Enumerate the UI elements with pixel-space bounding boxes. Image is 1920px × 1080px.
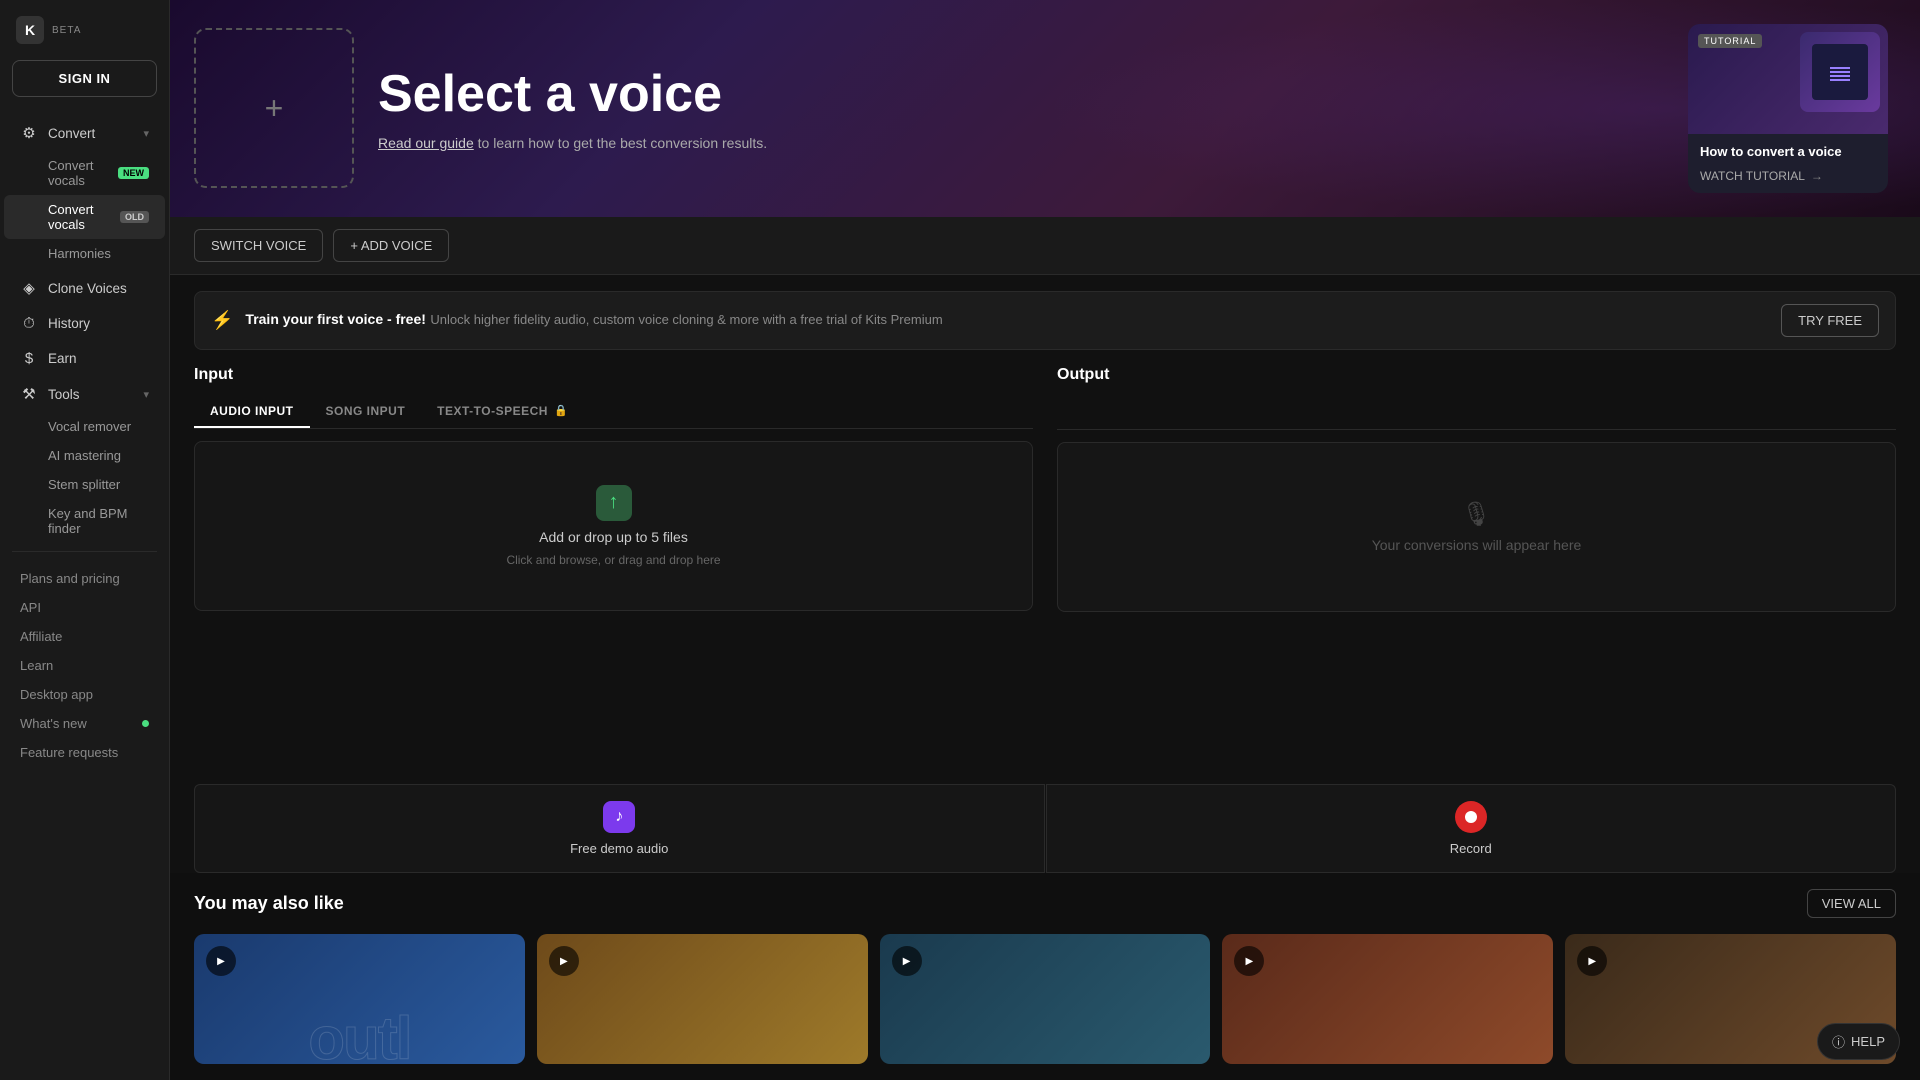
demo-record-row: ♪ Free demo audio Record <box>194 784 1896 873</box>
sidebar-link-whats-new[interactable]: What's new <box>4 709 165 738</box>
tutorial-info: How to convert a voice WATCH TUTORIAL → <box>1688 134 1888 193</box>
rec-card-1[interactable]: ▶ outl <box>194 934 525 1064</box>
sidebar-item-tools[interactable]: ⚒ Tools ▾ <box>4 376 165 412</box>
input-title: Input <box>194 366 1033 384</box>
sidebar-item-stem-splitter[interactable]: Stem splitter <box>4 470 165 499</box>
clone-voices-icon: ◈ <box>20 279 38 297</box>
try-free-button[interactable]: TRY FREE <box>1781 304 1879 337</box>
output-area: 🎙 Your conversions will appear here <box>1057 442 1896 612</box>
view-all-button[interactable]: VIEW ALL <box>1807 889 1896 918</box>
divider <box>12 551 157 552</box>
sidebar-link-learn[interactable]: Learn <box>4 651 165 680</box>
play-icon: ▶ <box>206 946 236 976</box>
sidebar-link-feature-requests[interactable]: Feature requests <box>4 738 165 767</box>
upload-main-text: Add or drop up to 5 files <box>539 529 688 545</box>
record-label: Record <box>1450 841 1492 856</box>
hero-title: Select a voice <box>378 66 1664 123</box>
upload-dropzone[interactable]: ↑ Add or drop up to 5 files Click and br… <box>194 441 1033 611</box>
rec-card-4[interactable]: ▶ <box>1222 934 1553 1064</box>
logo-icon: K <box>16 16 44 44</box>
play-icon: ▶ <box>892 946 922 976</box>
recommendations-section: You may also like VIEW ALL ▶ outl ▶ ▶ ▶ … <box>170 873 1920 1080</box>
rec-card-3[interactable]: ▶ <box>880 934 1211 1064</box>
record-button[interactable]: Record <box>1046 784 1897 873</box>
sidebar-item-convert-vocals-new[interactable]: Convert vocals NEW <box>4 151 165 195</box>
hero-text: Select a voice Read our guide to learn h… <box>378 66 1664 151</box>
tutorial-thumbnail: TUTORIAL <box>1688 24 1888 134</box>
arrow-right-icon: → <box>1811 169 1823 183</box>
sidebar-link-plans[interactable]: Plans and pricing <box>4 564 165 593</box>
sidebar-item-convert-vocals-old[interactable]: Convert vocals OLD <box>4 195 165 239</box>
rec-title: You may also like <box>194 893 344 914</box>
chevron-down-icon: ▾ <box>143 127 149 140</box>
tab-song-input[interactable]: SONG INPUT <box>310 396 422 428</box>
tutorial-watch-link[interactable]: WATCH TUTORIAL → <box>1700 169 1876 183</box>
outline-text: outl <box>194 1004 525 1064</box>
recommendations-cards: ▶ outl ▶ ▶ ▶ ▶ <box>194 934 1896 1064</box>
main-content: + Select a voice Read our guide to learn… <box>170 0 1920 1080</box>
io-section: Input AUDIO INPUT SONG INPUT TEXT-TO-SPE… <box>170 366 1920 772</box>
lock-icon: 🔒 <box>554 404 568 417</box>
promo-banner: ⚡ Train your first voice - free! Unlock … <box>194 291 1896 350</box>
play-icon: ▶ <box>1577 946 1607 976</box>
sidebar-item-vocal-remover[interactable]: Vocal remover <box>4 412 165 441</box>
beta-badge: BETA <box>52 25 81 36</box>
history-icon: ⏱ <box>20 315 38 332</box>
sidebar-item-key-bpm[interactable]: Key and BPM finder <box>4 499 165 543</box>
sidebar-item-clone-voices[interactable]: ◈ Clone Voices <box>4 270 165 306</box>
sidebar-link-api[interactable]: API <box>4 593 165 622</box>
convert-icon: ⚙ <box>20 124 38 142</box>
output-title: Output <box>1057 366 1896 384</box>
help-button[interactable]: ⓘ HELP <box>1817 1023 1900 1060</box>
sidebar-item-earn[interactable]: $ Earn <box>4 341 165 376</box>
tab-text-to-speech[interactable]: TEXT-TO-SPEECH 🔒 <box>421 396 584 428</box>
sidebar: K BETA SIGN IN ⚙ Convert ▾ Convert vocal… <box>0 0 170 1080</box>
hero-section: + Select a voice Read our guide to learn… <box>170 0 1920 217</box>
tutorial-screen <box>1812 44 1868 100</box>
tools-icon: ⚒ <box>20 385 38 403</box>
sign-in-button[interactable]: SIGN IN <box>12 60 157 97</box>
chevron-down-icon: ▾ <box>143 388 149 401</box>
help-icon: ⓘ <box>1832 1032 1845 1051</box>
tutorial-title: How to convert a voice <box>1700 144 1876 161</box>
switch-voice-button[interactable]: SWITCH VOICE <box>194 229 323 262</box>
microphone-icon: 🎙 <box>1461 500 1491 529</box>
lightning-icon: ⚡ <box>211 310 233 331</box>
free-demo-audio-button[interactable]: ♪ Free demo audio <box>194 784 1045 873</box>
sidebar-item-ai-mastering[interactable]: AI mastering <box>4 441 165 470</box>
whats-new-dot <box>142 720 149 727</box>
convert-section: ⚙ Convert ▾ Convert vocals NEW Convert v… <box>0 113 169 270</box>
earn-icon: $ <box>20 350 38 367</box>
sidebar-link-affiliate[interactable]: Affiliate <box>4 622 165 651</box>
upload-icon: ↑ <box>596 485 632 521</box>
demo-label: Free demo audio <box>570 841 668 856</box>
logo-container: K BETA <box>0 16 169 60</box>
demo-icon: ♪ <box>603 801 635 833</box>
tab-audio-input[interactable]: AUDIO INPUT <box>194 396 310 428</box>
promo-text: Train your first voice - free! Unlock hi… <box>245 311 942 329</box>
voice-placeholder[interactable]: + <box>194 28 354 188</box>
add-voice-button[interactable]: + ADD VOICE <box>333 229 449 262</box>
input-tabs: AUDIO INPUT SONG INPUT TEXT-TO-SPEECH 🔒 <box>194 396 1033 429</box>
sidebar-link-desktop[interactable]: Desktop app <box>4 680 165 709</box>
hero-subtitle: Read our guide to learn how to get the b… <box>378 135 1664 151</box>
tutorial-card[interactable]: TUTORIAL How to convert a voice WATCH TU… <box>1688 24 1888 193</box>
voice-action-bar: SWITCH VOICE + ADD VOICE <box>170 217 1920 275</box>
sidebar-item-history[interactable]: ⏱ History <box>4 306 165 341</box>
guide-link[interactable]: Read our guide <box>378 135 474 151</box>
input-section: Input AUDIO INPUT SONG INPUT TEXT-TO-SPE… <box>194 366 1033 772</box>
output-placeholder-text: Your conversions will appear here <box>1372 537 1582 553</box>
output-section: Output 🎙 Your conversions will appear he… <box>1057 366 1896 772</box>
play-icon: ▶ <box>549 946 579 976</box>
sidebar-item-convert[interactable]: ⚙ Convert ▾ <box>4 115 165 151</box>
rec-card-2[interactable]: ▶ <box>537 934 868 1064</box>
tutorial-preview-image <box>1800 32 1880 112</box>
sidebar-bottom-links: Plans and pricing API Affiliate Learn De… <box>0 560 169 771</box>
sidebar-item-harmonies[interactable]: Harmonies <box>4 239 165 268</box>
record-icon <box>1455 801 1487 833</box>
rec-header: You may also like VIEW ALL <box>194 889 1896 918</box>
upload-sub-text: Click and browse, or drag and drop here <box>506 553 720 567</box>
play-icon: ▶ <box>1234 946 1264 976</box>
